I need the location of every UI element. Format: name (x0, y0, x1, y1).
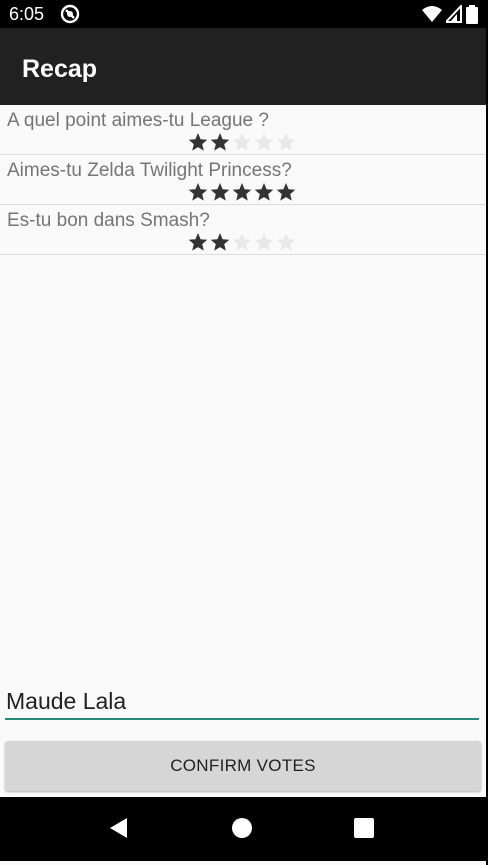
star-filled-icon[interactable] (254, 182, 274, 202)
navigation-bar (0, 797, 486, 861)
wifi-icon (422, 6, 442, 22)
input-underline (5, 718, 479, 720)
name-input[interactable] (5, 684, 480, 718)
status-time: 6:05 (9, 4, 45, 24)
vote-item[interactable]: A quel point aimes-tu League ? (0, 105, 486, 155)
star-empty-icon[interactable] (232, 132, 252, 152)
rating-bar[interactable] (188, 132, 296, 153)
star-empty-icon[interactable] (276, 132, 296, 152)
star-empty-icon[interactable] (276, 232, 296, 252)
vote-question: Aimes-tu Zelda Twilight Princess? (7, 160, 292, 181)
app-screen: 6:05 Recap A quel point aimes-tu League … (0, 0, 486, 865)
app-bar: Recap (0, 28, 486, 105)
page-title: Recap (22, 55, 98, 83)
star-empty-icon[interactable] (254, 232, 274, 252)
home-icon[interactable] (231, 817, 253, 839)
recents-icon[interactable] (353, 817, 375, 839)
battery-icon (466, 4, 478, 24)
star-empty-icon[interactable] (254, 132, 274, 152)
confirm-votes-button[interactable]: CONFIRM VOTES (5, 741, 481, 791)
vote-item[interactable]: Es-tu bon dans Smash? (0, 205, 486, 255)
star-filled-icon[interactable] (210, 182, 230, 202)
star-filled-icon[interactable] (210, 232, 230, 252)
star-filled-icon[interactable] (276, 182, 296, 202)
star-filled-icon[interactable] (188, 232, 208, 252)
star-filled-icon[interactable] (188, 182, 208, 202)
rating-bar[interactable] (188, 182, 296, 203)
rating-bar[interactable] (188, 232, 296, 253)
star-filled-icon[interactable] (232, 182, 252, 202)
back-icon[interactable] (108, 817, 130, 839)
star-empty-icon[interactable] (232, 232, 252, 252)
vote-question: Es-tu bon dans Smash? (7, 210, 210, 231)
vote-list: A quel point aimes-tu League ? Aimes-tu … (0, 105, 486, 255)
status-icons (422, 4, 478, 24)
vote-question: A quel point aimes-tu League ? (7, 110, 269, 131)
cell-signal-icon (446, 5, 462, 23)
star-filled-icon[interactable] (188, 132, 208, 152)
app-notification-icon (60, 4, 80, 24)
status-bar: 6:05 (0, 0, 486, 28)
star-filled-icon[interactable] (210, 132, 230, 152)
vote-item[interactable]: Aimes-tu Zelda Twilight Princess? (0, 155, 486, 205)
